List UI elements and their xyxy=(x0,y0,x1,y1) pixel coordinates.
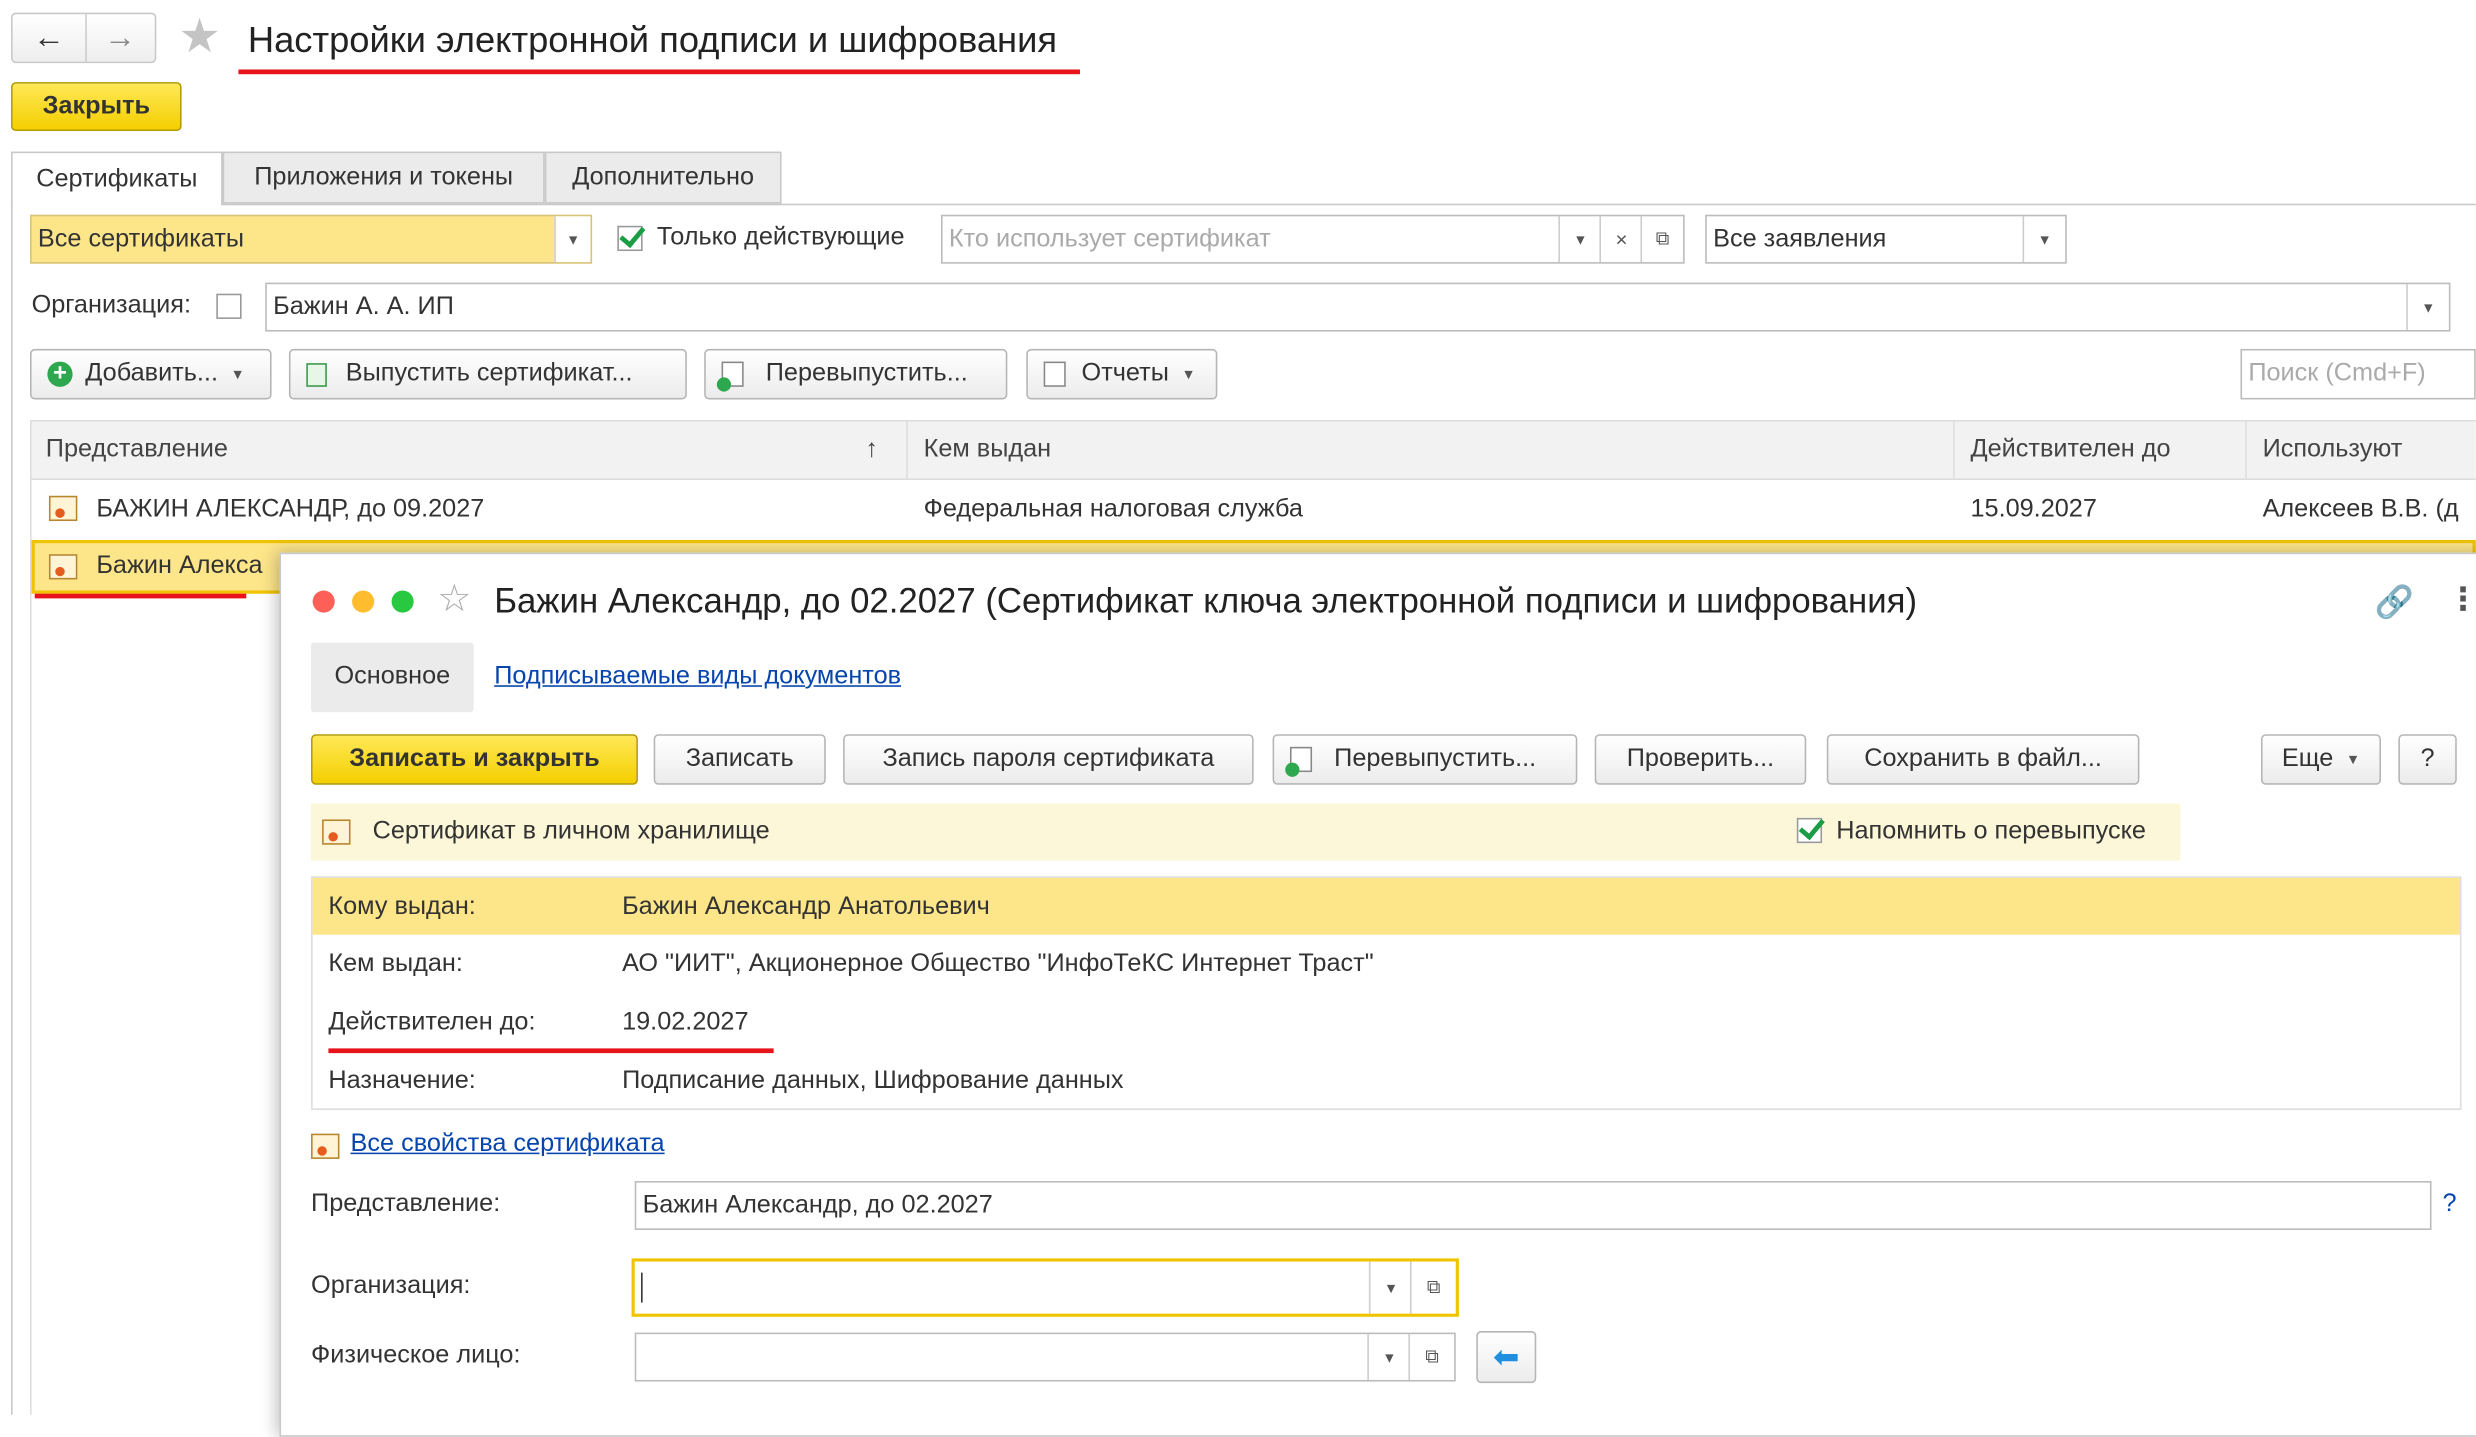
remind-label: Напомнить о перевыпуске xyxy=(1836,817,2146,845)
all-properties-link[interactable]: Все свойства сертификата xyxy=(351,1130,665,1158)
text-cursor xyxy=(641,1272,643,1303)
more-button[interactable]: Еще ▼ xyxy=(2260,734,2381,785)
organization-select[interactable]: Бажин А. А. ИП ▼ xyxy=(265,282,2451,332)
search-input[interactable]: Поиск (Cmd+F) xyxy=(2240,348,2476,400)
open-icon[interactable]: ⧉ xyxy=(1409,1261,1456,1314)
chevron-down-icon[interactable]: ▼ xyxy=(1368,1261,1412,1314)
dialog-title: Бажин Александр, до 02.2027 (Сертификат … xyxy=(494,581,1918,621)
presentation-label: Представление: xyxy=(311,1190,501,1218)
organization-label: Организация: xyxy=(311,1272,471,1300)
add-button[interactable]: + Добавить... ▼ xyxy=(29,348,272,400)
tab-signed-doc-types[interactable]: Подписываемые виды документов xyxy=(494,663,901,691)
content-border xyxy=(11,203,13,1415)
certificate-icon xyxy=(48,554,78,580)
help-button[interactable]: ? xyxy=(2398,734,2457,785)
only-active-label: Только действующие xyxy=(656,224,905,252)
table-row[interactable]: БАЖИН АЛЕКСАНДР, до 09.2027 Федеральная … xyxy=(32,480,2476,540)
maximize-window-icon[interactable] xyxy=(391,590,414,613)
valid-to-label: Действителен до: xyxy=(328,1008,536,1036)
tab-line xyxy=(222,203,2476,206)
chevron-down-icon[interactable]: ▼ xyxy=(1367,1334,1410,1380)
nav-buttons: ← → xyxy=(11,12,157,64)
organization-checkbox[interactable] xyxy=(216,293,242,319)
purpose-label: Назначение: xyxy=(328,1067,476,1095)
remind-checkbox[interactable] xyxy=(1796,817,1823,844)
document-icon xyxy=(306,362,327,387)
person-input[interactable]: ▼ ⧉ xyxy=(634,1332,1456,1382)
applications-select[interactable]: Все заявления ▼ xyxy=(1705,214,2067,264)
plus-icon: + xyxy=(47,361,73,387)
person-label: Физическое лицо: xyxy=(311,1342,521,1369)
more-vertical-icon[interactable]: ⋮ xyxy=(2447,579,2476,618)
column-presentation[interactable]: Представление ↑ xyxy=(30,419,908,480)
tab-additional[interactable]: Дополнительно xyxy=(544,151,782,204)
certificate-icon xyxy=(48,495,78,522)
issued-by-value: АО "ИИТ", Акционерное Общество "ИнфоТеКС… xyxy=(622,950,1374,978)
open-icon[interactable]: ⧉ xyxy=(1640,216,1683,263)
close-button[interactable]: Закрыть xyxy=(11,82,182,132)
only-active-checkbox[interactable] xyxy=(617,225,643,252)
password-button[interactable]: Запись пароля сертификата xyxy=(843,734,1254,785)
favorite-star-icon[interactable]: ★ xyxy=(178,12,220,64)
organization-input[interactable]: ▼ ⧉ xyxy=(631,1258,1459,1317)
chevron-down-icon[interactable]: ▼ xyxy=(1558,216,1601,263)
purpose-value: Подписание данных, Шифрование данных xyxy=(622,1067,1124,1095)
issued-to-row: Кому выдан: Бажин Александр Анатольевич xyxy=(312,877,2460,935)
save-button[interactable]: Записать xyxy=(653,734,826,785)
page-title: Настройки электронной подписи и шифрован… xyxy=(247,18,1058,60)
open-icon[interactable]: ⧉ xyxy=(1408,1334,1454,1380)
tab-certificates[interactable]: Сертификаты xyxy=(11,151,223,206)
issued-to-label: Кому выдан: xyxy=(328,893,476,921)
reissue-icon xyxy=(1285,746,1313,777)
forward-arrow-icon[interactable]: → xyxy=(85,14,154,61)
column-valid-to[interactable]: Действителен до xyxy=(1955,419,2247,480)
row-valid-to: 15.09.2027 xyxy=(1970,495,2097,523)
valid-to-underline xyxy=(328,1048,774,1054)
reissue-button[interactable]: Перевыпустить... xyxy=(704,348,1008,400)
column-issuer[interactable]: Кем выдан xyxy=(908,419,1955,480)
arrow-left-icon: ⬅ xyxy=(1493,1340,1520,1376)
chevron-down-icon[interactable]: ▼ xyxy=(554,216,591,263)
certificate-kind-select[interactable]: Все сертификаты ▼ xyxy=(29,214,593,264)
tab-apps-tokens[interactable]: Приложения и токены xyxy=(222,151,545,204)
close-window-icon[interactable] xyxy=(312,590,335,613)
presentation-help[interactable]: ? xyxy=(2443,1190,2457,1218)
report-icon xyxy=(1043,361,1066,387)
issue-certificate-button[interactable]: Выпустить сертификат... xyxy=(288,348,687,400)
row-name: БАЖИН АЛЕКСАНДР, до 09.2027 xyxy=(96,495,485,523)
sort-arrow-icon: ↑ xyxy=(865,435,878,463)
check-button[interactable]: Проверить... xyxy=(1594,734,1807,785)
certificate-dialog: ☆ Бажин Александр, до 02.2027 (Сертифика… xyxy=(279,552,2476,1437)
valid-to-value: 19.02.2027 xyxy=(622,1008,749,1036)
certificate-info-box: Кому выдан: Бажин Александр Анатольевич … xyxy=(311,876,2462,1110)
row-issuer: Федеральная налоговая служба xyxy=(923,495,1303,523)
who-uses-input[interactable]: Кто использует сертификат ▼ × ⧉ xyxy=(941,214,1685,264)
row-underline xyxy=(34,593,247,599)
storage-text: Сертификат в личном хранилище xyxy=(372,817,770,845)
select-person-button[interactable]: ⬅ xyxy=(1476,1331,1537,1384)
reissue-button[interactable]: Перевыпустить... xyxy=(1272,734,1578,785)
reports-button[interactable]: Отчеты ▼ xyxy=(1026,348,1218,400)
presentation-input[interactable]: Бажин Александр, до 02.2027 xyxy=(634,1181,2432,1230)
issued-to-value: Бажин Александр Анатольевич xyxy=(622,893,990,921)
issued-by-label: Кем выдан: xyxy=(328,950,463,978)
save-close-button[interactable]: Записать и закрыть xyxy=(311,734,638,785)
row-name: Бажин Алекса xyxy=(96,552,263,580)
chevron-down-icon[interactable]: ▼ xyxy=(2406,284,2449,330)
clear-icon[interactable]: × xyxy=(1599,216,1642,263)
link-icon[interactable]: 🔗 xyxy=(2375,583,2414,622)
favorite-star-icon[interactable]: ☆ xyxy=(437,578,471,622)
reissue-icon xyxy=(716,361,744,392)
row-used-by: Алексеев В.В. (д xyxy=(2262,495,2459,523)
certificate-icon xyxy=(322,819,351,845)
back-arrow-icon[interactable]: ← xyxy=(13,14,87,62)
organization-label: Организация: xyxy=(31,292,191,319)
save-to-file-button[interactable]: Сохранить в файл... xyxy=(1826,734,2140,785)
column-used-by[interactable]: Используют xyxy=(2247,420,2476,480)
chevron-down-icon[interactable]: ▼ xyxy=(2022,216,2066,263)
certificate-icon xyxy=(311,1133,340,1159)
minimize-window-icon[interactable] xyxy=(352,590,375,613)
title-underline xyxy=(238,69,1080,75)
tab-main[interactable]: Основное xyxy=(311,642,474,713)
